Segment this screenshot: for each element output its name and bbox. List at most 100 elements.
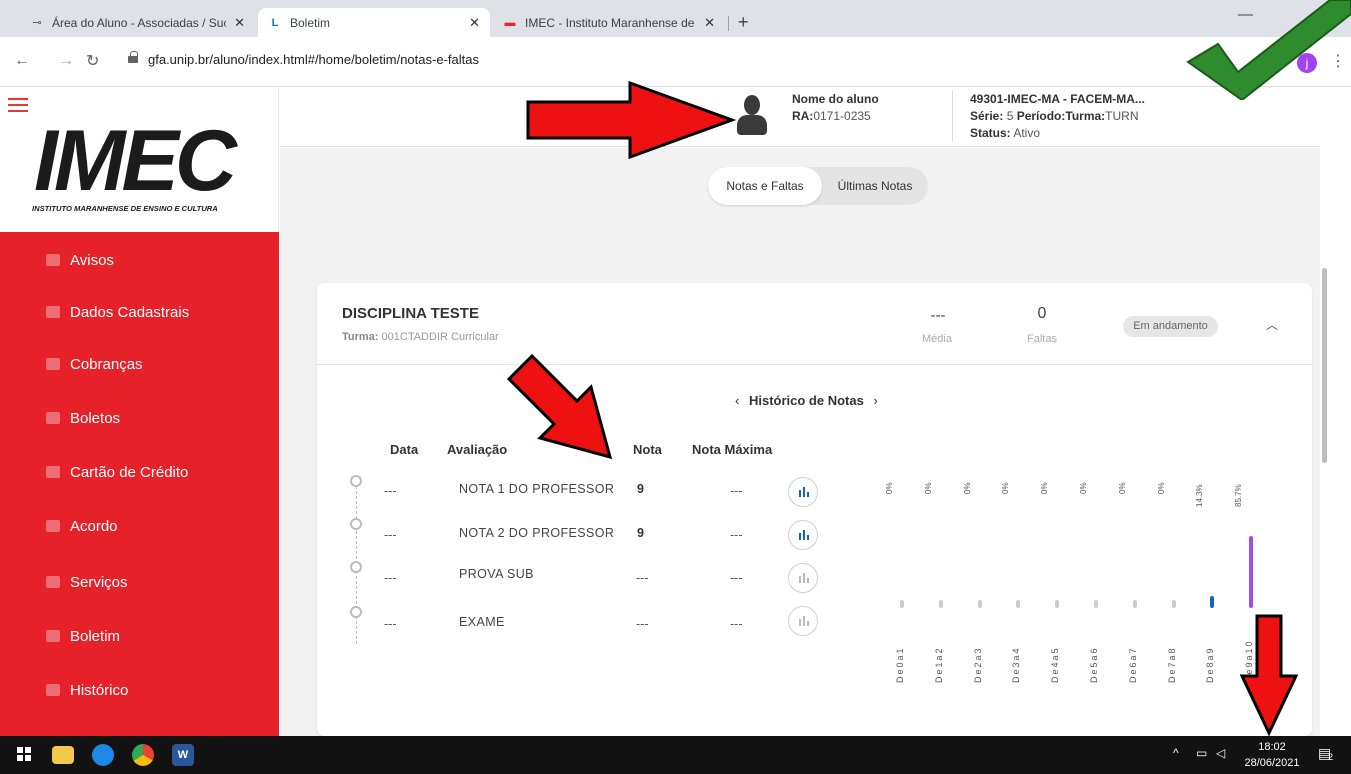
- chart-button[interactable]: [788, 606, 818, 636]
- timeline-dot: [350, 606, 362, 618]
- clock-date: 28/06/2021: [1244, 757, 1300, 769]
- logo-subtitle: INSTITUTO MARANHENSE DE ENSINO E CULTURA: [32, 204, 218, 213]
- tab-notas-faltas[interactable]: Notas e Faltas: [708, 167, 822, 205]
- windows-taskbar: [0, 736, 1351, 774]
- tab-separator: [728, 16, 729, 31]
- sidebar-item-boletim[interactable]: Boletim: [0, 610, 279, 662]
- sidebar-item-dados-cadastrais[interactable]: Dados Cadastrais: [0, 286, 279, 338]
- turma-value: 001CTADDIR Curricular: [378, 331, 499, 343]
- chart-button[interactable]: [788, 477, 818, 507]
- notifications-icon[interactable]: ▤ 2: [1318, 745, 1336, 763]
- chart-bar[interactable]: [938, 600, 943, 608]
- notification-count: 2: [1328, 752, 1334, 762]
- chart-category-label: De5a6: [1089, 646, 1099, 683]
- tab-ultimas-notas[interactable]: Últimas Notas: [822, 167, 928, 205]
- row-nota: ---: [636, 571, 649, 585]
- credit-card-icon: [46, 466, 60, 478]
- chrome-browser-icon[interactable]: [132, 744, 154, 766]
- chart-bar[interactable]: [1055, 600, 1060, 608]
- browser-tab-area-aluno[interactable]: ⊸ Área do Aluno - Associadas / Suc ✕: [20, 8, 255, 37]
- bell-icon: [46, 254, 60, 266]
- student-avatar-icon: [735, 95, 769, 137]
- edge-browser-icon[interactable]: [92, 744, 114, 766]
- status-badge: Em andamento: [1123, 316, 1218, 337]
- media-label: Média: [922, 333, 952, 345]
- back-arrow-icon[interactable]: ←: [14, 52, 30, 70]
- reload-icon[interactable]: ↻: [86, 51, 99, 71]
- chart-category-label: De7a8: [1166, 646, 1177, 683]
- course-serie: Série: 5 Período:Turma:TURN: [970, 109, 1138, 123]
- clock-time: 18:02: [1258, 741, 1286, 753]
- taskbar-clock[interactable]: 18:02 28/06/2021: [1238, 739, 1306, 771]
- status-value: Ativo: [1010, 126, 1041, 140]
- url-field[interactable]: gfa.unip.br/aluno/index.html#/home/bolet…: [148, 52, 479, 67]
- sidebar-item-cartao-credito[interactable]: Cartão de Crédito: [0, 446, 279, 498]
- l-favicon-icon: L: [271, 16, 279, 29]
- chart-bar[interactable]: [977, 600, 982, 608]
- header-data: Data: [390, 442, 419, 457]
- row-nota-maxima: ---: [730, 617, 743, 631]
- sidebar-item-historico[interactable]: Histórico: [0, 664, 279, 716]
- hamburger-menu-icon[interactable]: [8, 98, 28, 112]
- media-value: ---: [930, 307, 946, 324]
- sidebar-item-cobrancas[interactable]: Cobranças: [0, 338, 279, 390]
- chart-bar[interactable]: [1171, 600, 1176, 608]
- timeline-dot: [350, 475, 362, 487]
- chart-button[interactable]: [788, 520, 818, 550]
- row-nota: ---: [636, 617, 649, 631]
- forward-arrow-icon[interactable]: →: [58, 52, 74, 70]
- chart-bar[interactable]: [1210, 595, 1215, 608]
- close-tab-icon[interactable]: ✕: [469, 15, 480, 31]
- close-tab-icon[interactable]: ✕: [704, 15, 715, 31]
- sidebar-item-label: Avisos: [70, 251, 114, 269]
- chevron-left-icon[interactable]: ‹: [735, 393, 739, 408]
- word-icon[interactable]: W: [172, 744, 194, 766]
- faltas-label: Faltas: [1027, 333, 1057, 345]
- header-nota-maxima: Nota Máxima: [692, 442, 773, 457]
- volume-muted-icon[interactable]: ◁: [1216, 746, 1225, 760]
- tab-title: Boletim: [290, 15, 331, 30]
- close-tab-icon[interactable]: ✕: [234, 15, 245, 31]
- chart-bar[interactable]: [1094, 600, 1098, 608]
- network-icon[interactable]: ▭: [1196, 746, 1207, 760]
- chevron-right-icon[interactable]: ›: [873, 393, 877, 408]
- header-avaliacao: Avaliação: [447, 442, 508, 457]
- sidebar-item-avisos[interactable]: Avisos: [0, 234, 279, 286]
- chart-bar[interactable]: [1249, 536, 1254, 608]
- timeline-line: [356, 476, 357, 644]
- file-explorer-icon[interactable]: [52, 746, 74, 764]
- report-card-icon: [46, 630, 60, 642]
- browser-tab-boletim[interactable]: L Boletim ✕: [258, 8, 490, 37]
- scrollbar[interactable]: [1322, 268, 1327, 463]
- services-icon: [46, 576, 60, 588]
- periodo-label: Período:: [1016, 109, 1066, 123]
- chart-percent-label: 0%: [962, 482, 972, 494]
- chart-percent-label: 0%: [923, 482, 933, 494]
- new-tab-button[interactable]: +: [738, 12, 749, 33]
- chart-percent-label: 0%: [1079, 482, 1088, 494]
- chart-button[interactable]: [788, 563, 818, 593]
- chart-bar[interactable]: [1016, 600, 1021, 608]
- row-nota-maxima: ---: [730, 484, 743, 498]
- sidebar-item-servicos[interactable]: Serviços: [0, 556, 279, 608]
- row-nota-maxima: ---: [730, 571, 743, 585]
- row-avaliacao: PROVA SUB: [459, 567, 534, 581]
- row-data: ---: [384, 617, 397, 631]
- handshake-icon: [46, 520, 60, 532]
- sidebar-item-acordo[interactable]: Acordo: [0, 500, 279, 552]
- sidebar-item-label: Boletos: [70, 409, 121, 427]
- chart-bar[interactable]: [900, 600, 904, 608]
- chart-percent-label: 0%: [1040, 482, 1050, 494]
- serie-label: Série:: [970, 109, 1004, 123]
- sidebar-item-label: Histórico: [70, 681, 129, 699]
- browser-tab-imec[interactable]: ▬ IMEC - Instituto Maranhense de E ✕: [493, 8, 725, 37]
- tray-expand-icon[interactable]: ^: [1173, 746, 1179, 760]
- chart-bar[interactable]: [1132, 600, 1137, 608]
- sidebar-item-label: Serviços: [70, 573, 128, 591]
- sidebar-item-boletos[interactable]: Boletos: [0, 392, 279, 444]
- chart-category-label: De1a2: [933, 646, 944, 683]
- chevron-up-icon[interactable]: ︿: [1266, 316, 1278, 333]
- imec-logo: IMEC INSTITUTO MARANHENSE DE ENSINO E CU…: [30, 118, 252, 216]
- windows-start-icon[interactable]: [17, 747, 31, 761]
- ra-value: 0171-0235: [813, 109, 871, 123]
